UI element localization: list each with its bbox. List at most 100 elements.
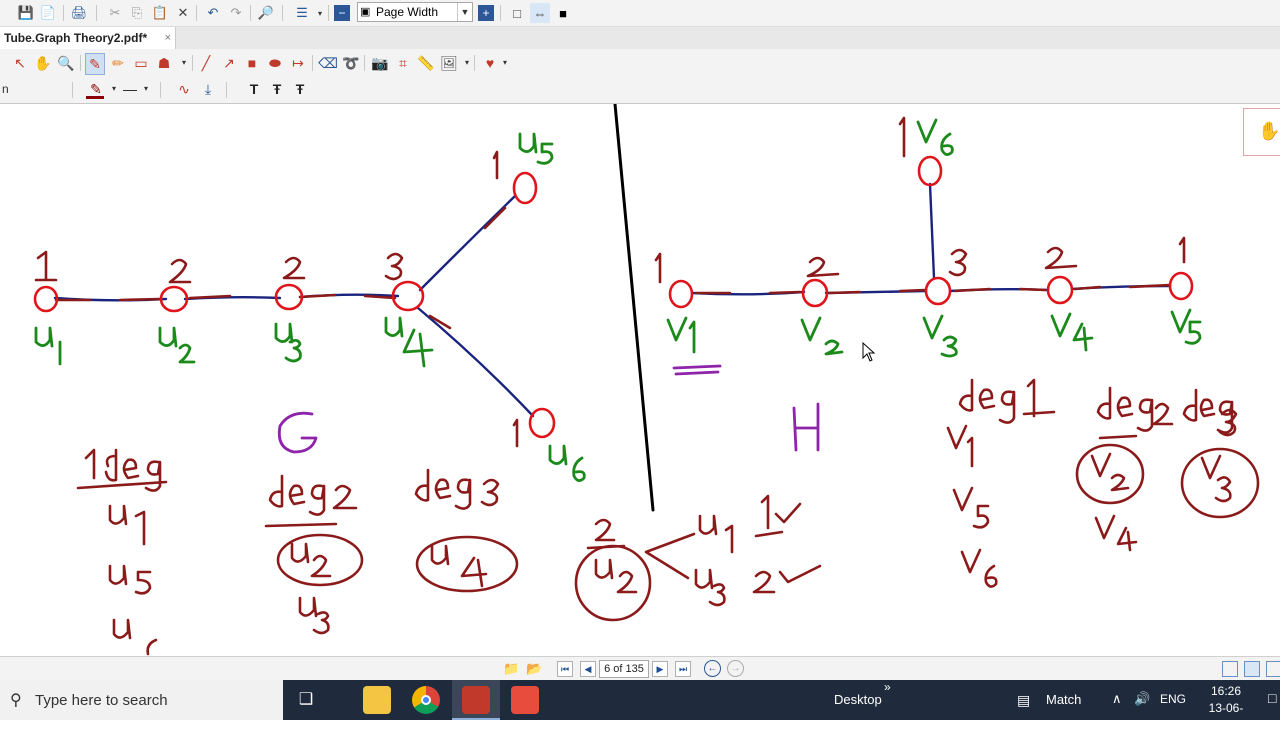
- u2-neighbors-note: [574, 494, 822, 622]
- camtasia-icon[interactable]: [511, 686, 539, 714]
- rectangle-tool-icon[interactable]: ■: [242, 53, 262, 73]
- speaker-icon[interactable]: 🔊: [1134, 691, 1150, 707]
- previous-page-button[interactable]: ◀: [580, 661, 596, 677]
- taskbar-search[interactable]: ⚲ Type here to search: [0, 680, 283, 720]
- line-tool-icon[interactable]: ╱: [196, 53, 216, 73]
- go-forward-icon[interactable]: →: [727, 660, 744, 677]
- text-tool-icon[interactable]: T: [244, 79, 264, 99]
- zoom-out-icon[interactable]: −: [334, 5, 350, 21]
- hand-tool-floating-button[interactable]: ✋: [1243, 108, 1280, 156]
- news-icon[interactable]: ▤: [1017, 692, 1030, 709]
- add-image-icon[interactable]: 🖼: [439, 53, 459, 73]
- u2-circled-stroke: [290, 542, 332, 578]
- delete-icon[interactable]: ✕: [173, 3, 193, 23]
- graph-h-degree-labels: [654, 116, 1186, 284]
- chevron-down-icon[interactable]: ▾: [174, 53, 194, 73]
- u3-note-stroke: [298, 596, 330, 635]
- document-tab[interactable]: Tube.Graph Theory2.pdf* ×: [0, 27, 176, 49]
- zoom-page-icon: ▣: [360, 6, 371, 18]
- document-tab-bar: Tube.Graph Theory2.pdf* ×: [0, 27, 1280, 49]
- language-indicator[interactable]: ENG: [1160, 692, 1186, 706]
- close-tab-icon[interactable]: ×: [165, 27, 171, 49]
- go-back-icon[interactable]: ←: [704, 660, 721, 677]
- clock-time: 16:26: [1210, 684, 1242, 698]
- ellipse-tool-icon[interactable]: ⬬: [265, 53, 285, 73]
- next-page-button[interactable]: ▶: [652, 661, 668, 677]
- previous-view-icon[interactable]: 📁: [503, 661, 519, 677]
- graph-h-edges: [690, 182, 1172, 296]
- ruler-icon[interactable]: 📏: [416, 53, 436, 73]
- u4-circled-stroke: [430, 544, 488, 588]
- chevron-right-icon[interactable]: »: [884, 680, 891, 694]
- divider-stroke: [613, 104, 655, 512]
- arrow-tool-icon[interactable]: ↗: [219, 53, 239, 73]
- chrome-icon[interactable]: [412, 686, 440, 714]
- eraser-icon[interactable]: ⌫: [318, 53, 338, 73]
- document-tab-title: Tube.Graph Theory2.pdf*: [4, 31, 148, 45]
- stamp-icon[interactable]: ☗: [154, 53, 174, 73]
- measure-tool-icon[interactable]: ↦: [288, 53, 308, 73]
- clock[interactable]: 16:26 13-06-2024: [1196, 683, 1256, 734]
- fit-page-icon[interactable]: □: [507, 3, 527, 23]
- text-box-icon[interactable]: ▭: [131, 53, 151, 73]
- chevron-down-icon[interactable]: ▾: [310, 3, 330, 23]
- graph-h-degree-notes: [946, 378, 1238, 588]
- zoom-select[interactable]: ▣ Page Width ▼: [357, 2, 473, 22]
- pdf-page[interactable]: .edge { fill:none; stroke:#1a237e; strok…: [0, 104, 1280, 656]
- pen-tool-icon[interactable]: ✎: [85, 53, 105, 75]
- graph-h-name-stroke: [792, 402, 820, 452]
- find-icon[interactable]: 🔎: [256, 3, 276, 23]
- graph-g-degree-notes: [76, 448, 500, 656]
- desktop-toolbar-label[interactable]: Desktop: [834, 692, 882, 707]
- taskbar: ⚲ Type here to search ❑ Desktop » ▤ Matc…: [0, 680, 1280, 732]
- next-view-icon[interactable]: 📂: [526, 661, 542, 677]
- weather-label[interactable]: Match: [1046, 692, 1081, 707]
- zoom-in-icon[interactable]: +: [478, 5, 494, 21]
- continuous-view-icon[interactable]: [1244, 661, 1260, 677]
- insert-icon[interactable]: ⤓: [198, 79, 218, 99]
- highlighter-icon[interactable]: ✏: [108, 53, 128, 73]
- chevron-down-icon[interactable]: ▾: [136, 79, 156, 99]
- page-layout-icon[interactable]: ☰: [292, 3, 312, 23]
- zoom-value: Page Width: [376, 5, 439, 19]
- page-number-field[interactable]: 6 of 135: [599, 660, 649, 678]
- zoom-tool-icon[interactable]: 🔍: [56, 53, 76, 73]
- select-arrow-icon[interactable]: ↖: [10, 53, 30, 73]
- paste-icon[interactable]: 📋: [150, 3, 170, 23]
- typewriter-icon[interactable]: Ŧ: [290, 79, 310, 99]
- copy-icon[interactable]: ⎘: [127, 3, 147, 23]
- last-page-button[interactable]: ⏭: [675, 661, 691, 677]
- print-icon[interactable]: 🖨: [69, 3, 89, 23]
- notification-icon[interactable]: □: [1268, 690, 1276, 706]
- first-page-button[interactable]: ⏮: [557, 661, 573, 677]
- pdf-app-taskbar-button[interactable]: [452, 680, 500, 720]
- smooth-line-icon[interactable]: ∿: [174, 79, 194, 99]
- file-explorer-icon[interactable]: [363, 686, 391, 714]
- lasso-icon[interactable]: ➰: [341, 53, 361, 73]
- facing-view-icon[interactable]: [1266, 661, 1280, 677]
- page-navigation-bar: 📁 📂 ⏮ ◀ 6 of 135 ▶ ⏭ ← →: [0, 656, 1280, 681]
- hand-icon: ✋: [1258, 121, 1280, 141]
- redo-icon[interactable]: ↷: [226, 3, 246, 23]
- handwriting-canvas: .edge { fill:none; stroke:#1a237e; strok…: [33, 104, 1260, 656]
- single-page-view-icon[interactable]: [1222, 661, 1238, 677]
- save-icon[interactable]: 💾: [16, 3, 36, 23]
- cut-icon[interactable]: ✂: [105, 3, 125, 23]
- pdf-app-icon: [462, 686, 490, 714]
- mouse-cursor-icon: [862, 341, 876, 362]
- crop-icon[interactable]: ⌗: [393, 53, 413, 73]
- snapshot-icon[interactable]: 📷: [370, 53, 390, 73]
- chevron-up-icon[interactable]: ∧: [1112, 691, 1122, 707]
- text-format-icon[interactable]: Ŧ: [267, 79, 287, 99]
- undo-icon[interactable]: ↶: [203, 3, 223, 23]
- chevron-down-icon[interactable]: ▼: [457, 3, 472, 21]
- save-as-icon[interactable]: 📄: [38, 3, 58, 23]
- circle-u2-stroke: [276, 533, 364, 587]
- graph-g-vertices: [33, 171, 556, 439]
- hand-tool-icon[interactable]: ✋: [33, 53, 53, 73]
- chevron-down-icon[interactable]: ▾: [495, 53, 515, 73]
- fullscreen-icon[interactable]: ■: [553, 3, 573, 23]
- search-placeholder: Type here to search: [35, 692, 168, 709]
- fit-width-icon[interactable]: ⇔: [530, 3, 550, 23]
- task-view-icon[interactable]: ❑: [296, 690, 316, 710]
